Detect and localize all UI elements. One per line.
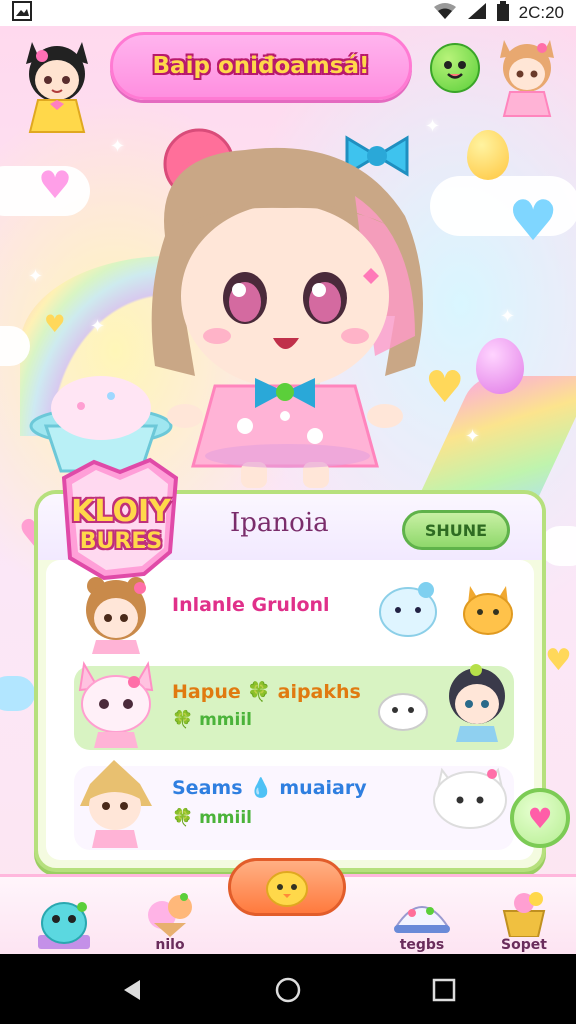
list-item-title: Seams 💧 muaiary [172, 777, 367, 799]
blue-cat-icon [379, 582, 437, 637]
nav-item-monster[interactable] [24, 883, 104, 953]
list-item-subtitle: 🍀 mmiil [172, 808, 252, 828]
gift-basket-icon [502, 892, 546, 937]
image-notification-icon [12, 0, 32, 26]
yellow-fox-icon [463, 586, 513, 635]
heart-icon: ♥ [527, 801, 553, 835]
list-item-title: Hapue 🍀 aipakhs [172, 681, 361, 703]
list-item[interactable]: Hapue 🍀 aipakhs 🍀 mmiil [46, 656, 534, 756]
avatar-cat-girl[interactable] [18, 34, 96, 134]
pink-heart-icon: ♥ [38, 163, 73, 207]
yellow-chick-icon [266, 871, 308, 907]
back-icon[interactable] [118, 976, 146, 1004]
list-item[interactable]: Seams 💧 muaiary 🍀 mmiil [46, 756, 534, 856]
nav-item-ice-cream[interactable]: nilo [130, 883, 210, 953]
nav-label: nilo [155, 937, 185, 953]
ice-cream-icon [148, 893, 192, 937]
nav-label: Sopet [501, 937, 547, 953]
battery-icon [496, 0, 509, 26]
cake-dome-icon [394, 906, 450, 933]
white-cat-icon [433, 767, 507, 829]
signal-icon [467, 2, 487, 25]
logo-line-2: BURES [79, 529, 163, 554]
cloud-decoration [0, 676, 35, 711]
nav-item-play[interactable] [228, 858, 346, 916]
blonde-boy-avatar [80, 760, 152, 848]
list-item-title: Inlanle Grulonl [172, 594, 330, 616]
favorite-heart-button[interactable]: ♥ [510, 788, 570, 848]
status-bar: 2C:20 [0, 0, 576, 26]
nav-label: tegbs [399, 937, 445, 953]
pink-cat-avatar [78, 661, 154, 748]
share-button[interactable]: SHUNE [402, 510, 510, 550]
nav-item-cake[interactable]: tegbs [382, 883, 462, 953]
home-icon[interactable] [274, 976, 302, 1004]
system-navigation-bar [0, 954, 576, 1024]
sparkle-icon: ✦ [90, 316, 106, 337]
character-shadow [205, 444, 370, 468]
wifi-icon [433, 2, 457, 25]
avatar-fox-girl[interactable] [494, 34, 560, 118]
game-title-banner: Baip oniđoamsá! [110, 32, 412, 100]
game-screen: ✦ ✦ ✦ ✦ ✦ ✦ ♥ ♥ ♥ ♥ ♥ Baip oniđoamsá! Ip… [0, 26, 576, 954]
nav-item-gift[interactable]: Sopet [484, 883, 564, 953]
logo-text: KLOIY BURES [66, 496, 176, 556]
list-item-subtitle: 🍀 mmiil [172, 710, 252, 730]
dark-hair-boy-icon [449, 664, 505, 742]
sparkle-icon: ✦ [465, 426, 481, 447]
character-list: Inlanle Grulonl Hapue 🍀 aipakhs 🍀 mmiil … [46, 560, 534, 860]
recents-icon[interactable] [430, 976, 458, 1004]
panel-title: Ipanoia [230, 508, 329, 538]
main-character[interactable] [115, 116, 455, 496]
sparkle-icon: ✦ [500, 306, 516, 327]
yellow-balloon-icon [467, 130, 509, 180]
purple-balloon-icon [476, 338, 524, 394]
sparkle-icon: ✦ [28, 266, 44, 287]
yellow-heart-icon: ♥ [545, 643, 572, 678]
blue-heart-icon: ♥ [508, 189, 559, 254]
status-time: 2C:20 [518, 3, 564, 22]
blue-monster-icon [38, 902, 90, 949]
logo-line-1: KLOIY [71, 494, 171, 529]
white-blob-icon [378, 693, 428, 731]
green-smiley-icon[interactable] [430, 43, 480, 93]
game-title: Baip oniđoamsá! [152, 53, 370, 79]
yellow-heart-icon: ♥ [44, 310, 66, 338]
